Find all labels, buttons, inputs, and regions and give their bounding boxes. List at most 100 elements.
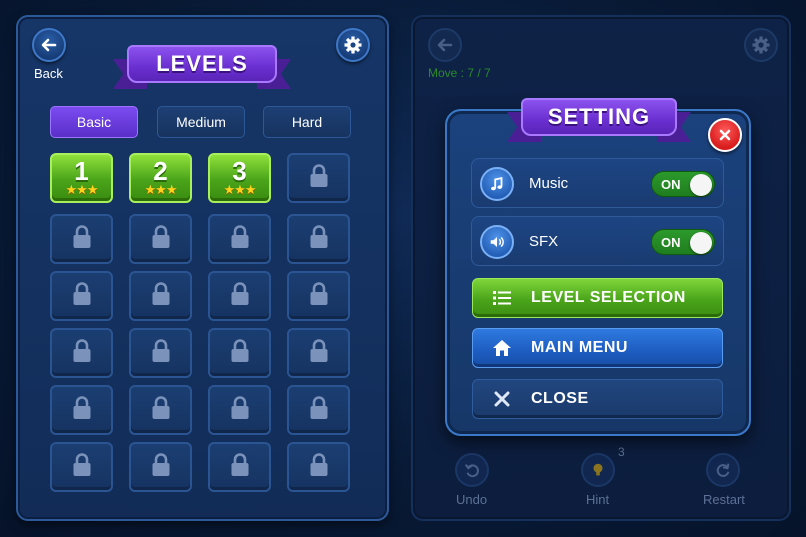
lock-icon: [308, 163, 330, 193]
lock-icon: [71, 281, 93, 311]
lock-icon: [150, 281, 172, 311]
sfx-setting-row: SFX ON: [471, 216, 724, 266]
back-button[interactable]: [32, 28, 66, 62]
sfx-toggle[interactable]: ON: [651, 229, 715, 255]
close-label: CLOSE: [531, 390, 589, 407]
locked-level-button[interactable]: [287, 442, 350, 492]
lock-icon: [71, 452, 93, 482]
level-selection-button[interactable]: LEVEL SELECTION: [472, 278, 723, 318]
close-icon: [719, 129, 731, 141]
close-icon: [473, 389, 531, 409]
locked-level-button[interactable]: [129, 214, 192, 264]
home-icon: [473, 338, 531, 358]
hint-count-badge: 3: [618, 445, 625, 459]
back-label: Back: [34, 66, 63, 81]
level-number: 1: [74, 156, 89, 186]
locked-level-button[interactable]: [287, 385, 350, 435]
locked-level-button[interactable]: [50, 214, 113, 264]
settings-button[interactable]: [336, 28, 370, 62]
locked-level-button[interactable]: [50, 328, 113, 378]
lock-icon: [71, 338, 93, 368]
locked-level-button[interactable]: [208, 442, 271, 492]
lock-icon: [229, 224, 251, 254]
star-rating: ★★★: [223, 183, 257, 198]
lock-icon: [308, 338, 330, 368]
locked-level-button[interactable]: [287, 328, 350, 378]
music-note-icon: [480, 167, 514, 201]
locked-level-button[interactable]: [50, 271, 113, 321]
locked-level-button[interactable]: [129, 385, 192, 435]
main-menu-button[interactable]: MAIN MENU: [472, 328, 723, 368]
game-back-button[interactable]: [428, 28, 462, 62]
undo-button[interactable]: [455, 453, 489, 487]
music-toggle-state: ON: [661, 177, 681, 192]
level-button-3[interactable]: 3 ★★★: [208, 153, 271, 203]
star-rating: ★★★: [144, 183, 178, 198]
arrow-left-icon: [437, 38, 453, 52]
lock-icon: [229, 281, 251, 311]
locked-level-button[interactable]: [287, 153, 350, 203]
hint-label: Hint: [586, 492, 610, 507]
locked-level-button[interactable]: [129, 328, 192, 378]
arrow-left-icon: [41, 38, 57, 52]
lock-icon: [150, 338, 172, 368]
lock-icon: [150, 395, 172, 425]
music-setting-row: Music ON: [471, 158, 724, 208]
toggle-knob: [690, 174, 712, 196]
setting-title-banner: SETTING: [507, 98, 691, 146]
lock-icon: [229, 452, 251, 482]
star-rating: ★★★: [65, 183, 99, 198]
locked-level-button[interactable]: [208, 385, 271, 435]
lock-icon: [308, 452, 330, 482]
lock-icon: [150, 452, 172, 482]
lock-icon: [71, 224, 93, 254]
level-number: 3: [232, 156, 247, 186]
restart-icon: [716, 463, 730, 477]
locked-level-button[interactable]: [208, 214, 271, 264]
undo-label: Undo: [456, 492, 488, 507]
lock-icon: [229, 338, 251, 368]
tab-basic[interactable]: Basic: [50, 106, 138, 138]
dialog-title: SETTING: [521, 98, 677, 136]
level-selection-label: LEVEL SELECTION: [531, 289, 686, 306]
locked-level-button[interactable]: [50, 442, 113, 492]
sfx-toggle-state: ON: [661, 235, 681, 250]
moves-counter: Move : 7 / 7: [428, 66, 491, 80]
game-settings-button[interactable]: [744, 28, 778, 62]
lock-icon: [229, 395, 251, 425]
toggle-knob: [690, 232, 712, 254]
lock-icon: [150, 224, 172, 254]
restart-label: Restart: [703, 492, 745, 507]
main-menu-label: MAIN MENU: [531, 339, 628, 356]
locked-level-button[interactable]: [208, 328, 271, 378]
undo-icon: [464, 464, 479, 478]
gear-icon: [344, 36, 362, 54]
gear-icon: [752, 36, 770, 54]
lock-icon: [308, 224, 330, 254]
tab-hard[interactable]: Hard: [263, 106, 351, 138]
sfx-label: SFX: [529, 233, 559, 250]
close-dialog-button[interactable]: CLOSE: [472, 379, 723, 419]
speaker-icon: [480, 225, 514, 259]
restart-button[interactable]: [706, 453, 740, 487]
locked-level-button[interactable]: [129, 442, 192, 492]
locked-level-button[interactable]: [287, 271, 350, 321]
dialog-close-button[interactable]: [708, 118, 742, 152]
level-button-2[interactable]: 2 ★★★: [129, 153, 192, 203]
list-icon: [473, 288, 531, 308]
levels-title-banner: LEVELS: [113, 45, 291, 93]
level-number: 2: [153, 156, 168, 186]
locked-level-button[interactable]: [208, 271, 271, 321]
tab-medium[interactable]: Medium: [157, 106, 245, 138]
lock-icon: [308, 281, 330, 311]
lock-icon: [71, 395, 93, 425]
page-title: LEVELS: [127, 45, 277, 83]
music-toggle[interactable]: ON: [651, 171, 715, 197]
music-label: Music: [529, 175, 569, 192]
locked-level-button[interactable]: [287, 214, 350, 264]
hint-button[interactable]: [581, 453, 615, 487]
locked-level-button[interactable]: [129, 271, 192, 321]
level-button-1[interactable]: 1 ★★★: [50, 153, 113, 203]
locked-level-button[interactable]: [50, 385, 113, 435]
lightbulb-icon: [593, 463, 603, 476]
